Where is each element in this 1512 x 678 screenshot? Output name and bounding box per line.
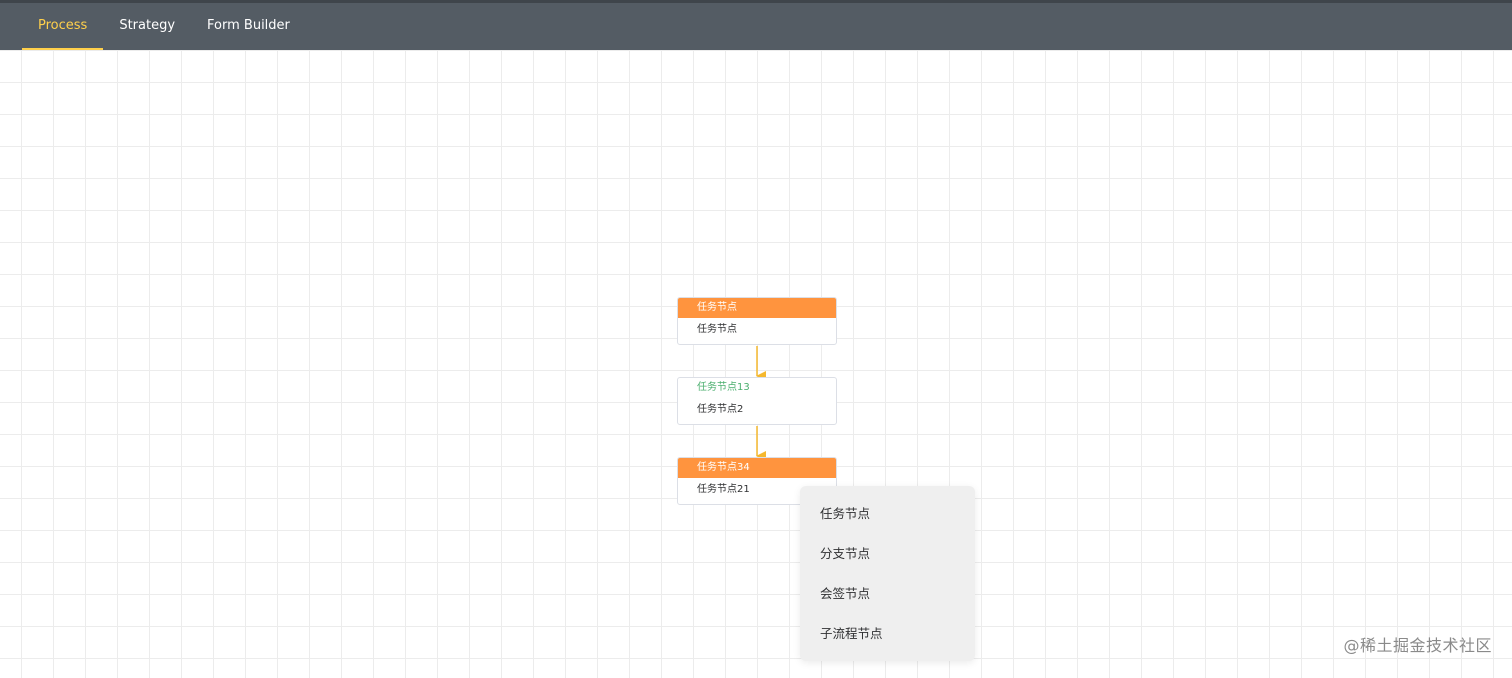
- tab-process[interactable]: Process: [22, 3, 104, 50]
- menu-item-subprocess-node[interactable]: 子流程节点: [800, 620, 975, 660]
- watermark: @稀土掘金技术社区: [1343, 636, 1492, 655]
- add-node-context-menu: 任务节点 分支节点 会签节点 子流程节点: [800, 486, 975, 661]
- menu-item-countersign-node[interactable]: 会签节点: [800, 580, 975, 620]
- flow-node-1[interactable]: 任务节点 任务节点: [677, 297, 837, 345]
- flow-canvas[interactable]: 任务节点 任务节点 任务节点13 任务节点2 任务节点34 任务节点21 任务节…: [0, 50, 1512, 678]
- flow-node-2[interactable]: 任务节点13 任务节点2: [677, 377, 837, 425]
- top-navbar: Process Strategy Form Builder: [0, 0, 1512, 50]
- node-title: 任务节点13: [697, 382, 750, 393]
- tab-form-builder[interactable]: Form Builder: [191, 3, 306, 50]
- tab-strategy[interactable]: Strategy: [103, 3, 191, 50]
- menu-item-task-node[interactable]: 任务节点: [800, 500, 975, 540]
- node-title: 任务节点34: [678, 458, 836, 478]
- flow-edges: [756, 346, 766, 461]
- node-content: 任务节点2: [697, 404, 744, 415]
- menu-item-branch-node[interactable]: 分支节点: [800, 540, 975, 580]
- node-content: 任务节点: [697, 324, 737, 335]
- node-title: 任务节点: [678, 298, 836, 318]
